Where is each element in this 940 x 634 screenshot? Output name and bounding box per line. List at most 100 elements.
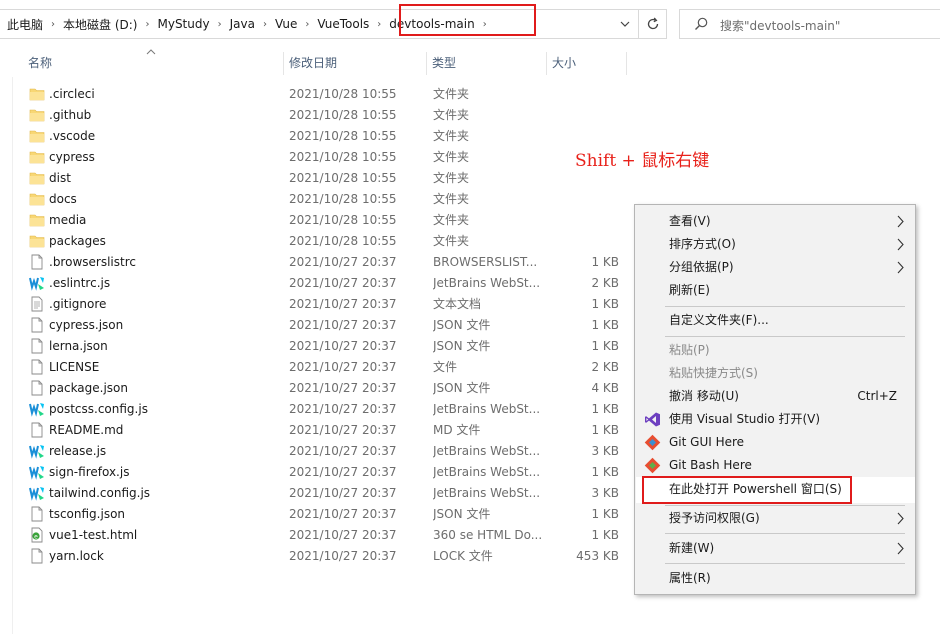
- crumb-mystudy[interactable]: MyStudy: [154, 17, 212, 31]
- column-header: 名称 修改日期 类型 大小: [0, 49, 940, 77]
- menu-item-git-bash[interactable]: Git Bash Here: [635, 454, 915, 477]
- file-date: 2021/10/27 20:37: [289, 318, 397, 332]
- file-icon: [29, 380, 45, 396]
- column-date[interactable]: 修改日期: [283, 50, 426, 77]
- chevron-right-icon[interactable]: ›: [372, 19, 386, 30]
- file-row[interactable]: .circleci 2021/10/28 10:55 文件夹: [0, 84, 940, 105]
- folder-icon: [29, 170, 45, 186]
- file-icon: [29, 548, 45, 564]
- file-date: 2021/10/27 20:37: [289, 276, 397, 290]
- folder-icon: [29, 191, 45, 207]
- file-date: 2021/10/28 10:55: [289, 108, 397, 122]
- file-name: yarn.lock: [49, 549, 104, 563]
- file-name: media: [49, 213, 87, 227]
- file-size: 1 KB: [591, 507, 619, 521]
- file-type: 文件夹: [433, 213, 470, 227]
- chevron-right-icon[interactable]: ›: [213, 19, 227, 30]
- file-date: 2021/10/27 20:37: [289, 381, 397, 395]
- file-date: 2021/10/27 20:37: [289, 402, 397, 416]
- svg-text:e: e: [34, 533, 38, 540]
- file-row[interactable]: .vscode 2021/10/28 10:55 文件夹: [0, 126, 940, 147]
- file-size: 3 KB: [591, 486, 619, 500]
- menu-item-label: 排序方式(O): [669, 237, 736, 251]
- menu-separator: [665, 563, 905, 564]
- search-placeholder: 搜索"devtools-main": [720, 19, 841, 33]
- column-type[interactable]: 类型: [426, 50, 546, 77]
- file-date: 2021/10/27 20:37: [289, 549, 397, 563]
- menu-item-refresh[interactable]: 刷新(E): [635, 279, 915, 302]
- file-type: JSON 文件: [433, 318, 491, 332]
- file-date: 2021/10/28 10:55: [289, 234, 397, 248]
- column-divider[interactable]: [626, 52, 627, 75]
- crumb-this-pc[interactable]: 此电脑: [4, 16, 46, 33]
- menu-item-customize-folder[interactable]: 自定义文件夹(F)...: [635, 309, 915, 332]
- file-row[interactable]: .github 2021/10/28 10:55 文件夹: [0, 105, 940, 126]
- menu-item-label: Git Bash Here: [669, 458, 752, 472]
- menu-item-sort[interactable]: 排序方式(O): [635, 233, 915, 256]
- crumb-drive-d[interactable]: 本地磁盘 (D:): [60, 16, 140, 33]
- crumb-vuetools[interactable]: VueTools: [314, 17, 372, 31]
- menu-separator: [665, 533, 905, 534]
- file-type: JetBrains WebSt...: [433, 465, 541, 479]
- crumb-vue[interactable]: Vue: [272, 17, 300, 31]
- menu-item-group[interactable]: 分组依据(P): [635, 256, 915, 279]
- crumb-java[interactable]: Java: [227, 17, 258, 31]
- column-name[interactable]: 名称: [22, 50, 283, 77]
- file-date: 2021/10/28 10:55: [289, 150, 397, 164]
- refresh-button[interactable]: [638, 9, 667, 39]
- menu-item-label: 粘贴(P): [669, 343, 710, 357]
- menu-item-view[interactable]: 查看(V): [635, 210, 915, 233]
- folder-icon: [29, 233, 45, 249]
- folder-icon: [29, 128, 45, 144]
- webstorm-file-icon: [29, 443, 45, 459]
- menu-item-new[interactable]: 新建(W): [635, 537, 915, 560]
- file-icon: [29, 359, 45, 375]
- file-type: 360 se HTML Do...: [433, 528, 543, 542]
- file-date: 2021/10/28 10:55: [289, 192, 397, 206]
- file-name: tsconfig.json: [49, 507, 126, 521]
- chevron-right-icon[interactable]: ›: [258, 19, 272, 30]
- menu-item-git-gui[interactable]: Git GUI Here: [635, 431, 915, 454]
- file-name: lerna.json: [49, 339, 108, 353]
- chevron-right-icon[interactable]: ›: [140, 19, 154, 30]
- column-size[interactable]: 大小: [546, 50, 626, 77]
- file-date: 2021/10/27 20:37: [289, 528, 397, 542]
- menu-item-properties[interactable]: 属性(R): [635, 567, 915, 590]
- menu-separator: [665, 306, 905, 307]
- file-name: LICENSE: [49, 360, 100, 374]
- file-name: docs: [49, 192, 77, 206]
- file-type: 文件夹: [433, 108, 470, 122]
- file-size: 1 KB: [591, 528, 619, 542]
- refresh-icon: [647, 17, 659, 30]
- search-icon: [695, 17, 708, 30]
- chevron-right-icon: [897, 215, 904, 228]
- breadcrumb[interactable]: 此电脑 › 本地磁盘 (D:) › MyStudy › Java › Vue ›…: [0, 9, 667, 39]
- menu-item-paste-shortcut[interactable]: 粘贴快捷方式(S): [635, 362, 915, 385]
- file-date: 2021/10/27 20:37: [289, 507, 397, 521]
- annotation-highlight-box: [642, 476, 852, 504]
- chevron-right-icon[interactable]: ›: [46, 19, 60, 30]
- address-history-dropdown[interactable]: [612, 9, 638, 39]
- menu-item-label: 撤消 移动(U): [669, 389, 739, 403]
- file-row[interactable]: cypress 2021/10/28 10:55 文件夹: [0, 147, 940, 168]
- menu-item-undo-move[interactable]: 撤消 移动(U) Ctrl+Z: [635, 385, 915, 408]
- menu-item-paste[interactable]: 粘贴(P): [635, 339, 915, 362]
- webstorm-file-icon: [29, 275, 45, 291]
- chevron-right-icon[interactable]: ›: [300, 19, 314, 30]
- annotation-text: Shift + 鼠标右键: [575, 151, 710, 171]
- file-date: 2021/10/27 20:37: [289, 444, 397, 458]
- menu-item-label: 新建(W): [669, 541, 715, 555]
- file-name: .vscode: [49, 129, 96, 143]
- file-row[interactable]: dist 2021/10/28 10:55 文件夹: [0, 168, 940, 189]
- menu-item-grant-access[interactable]: 授予访问权限(G): [635, 507, 915, 530]
- file-size: 4 KB: [591, 381, 619, 395]
- file-type: MD 文件: [433, 423, 481, 437]
- menu-item-label: 使用 Visual Studio 打开(V): [669, 412, 821, 426]
- file-name: dist: [49, 171, 71, 185]
- file-size: 3 KB: [591, 444, 619, 458]
- file-date: 2021/10/27 20:37: [289, 297, 397, 311]
- search-input[interactable]: 搜索"devtools-main": [679, 9, 940, 39]
- file-name: postcss.config.js: [49, 402, 148, 416]
- menu-item-open-visual-studio[interactable]: 使用 Visual Studio 打开(V): [635, 408, 915, 431]
- file-date: 2021/10/27 20:37: [289, 465, 397, 479]
